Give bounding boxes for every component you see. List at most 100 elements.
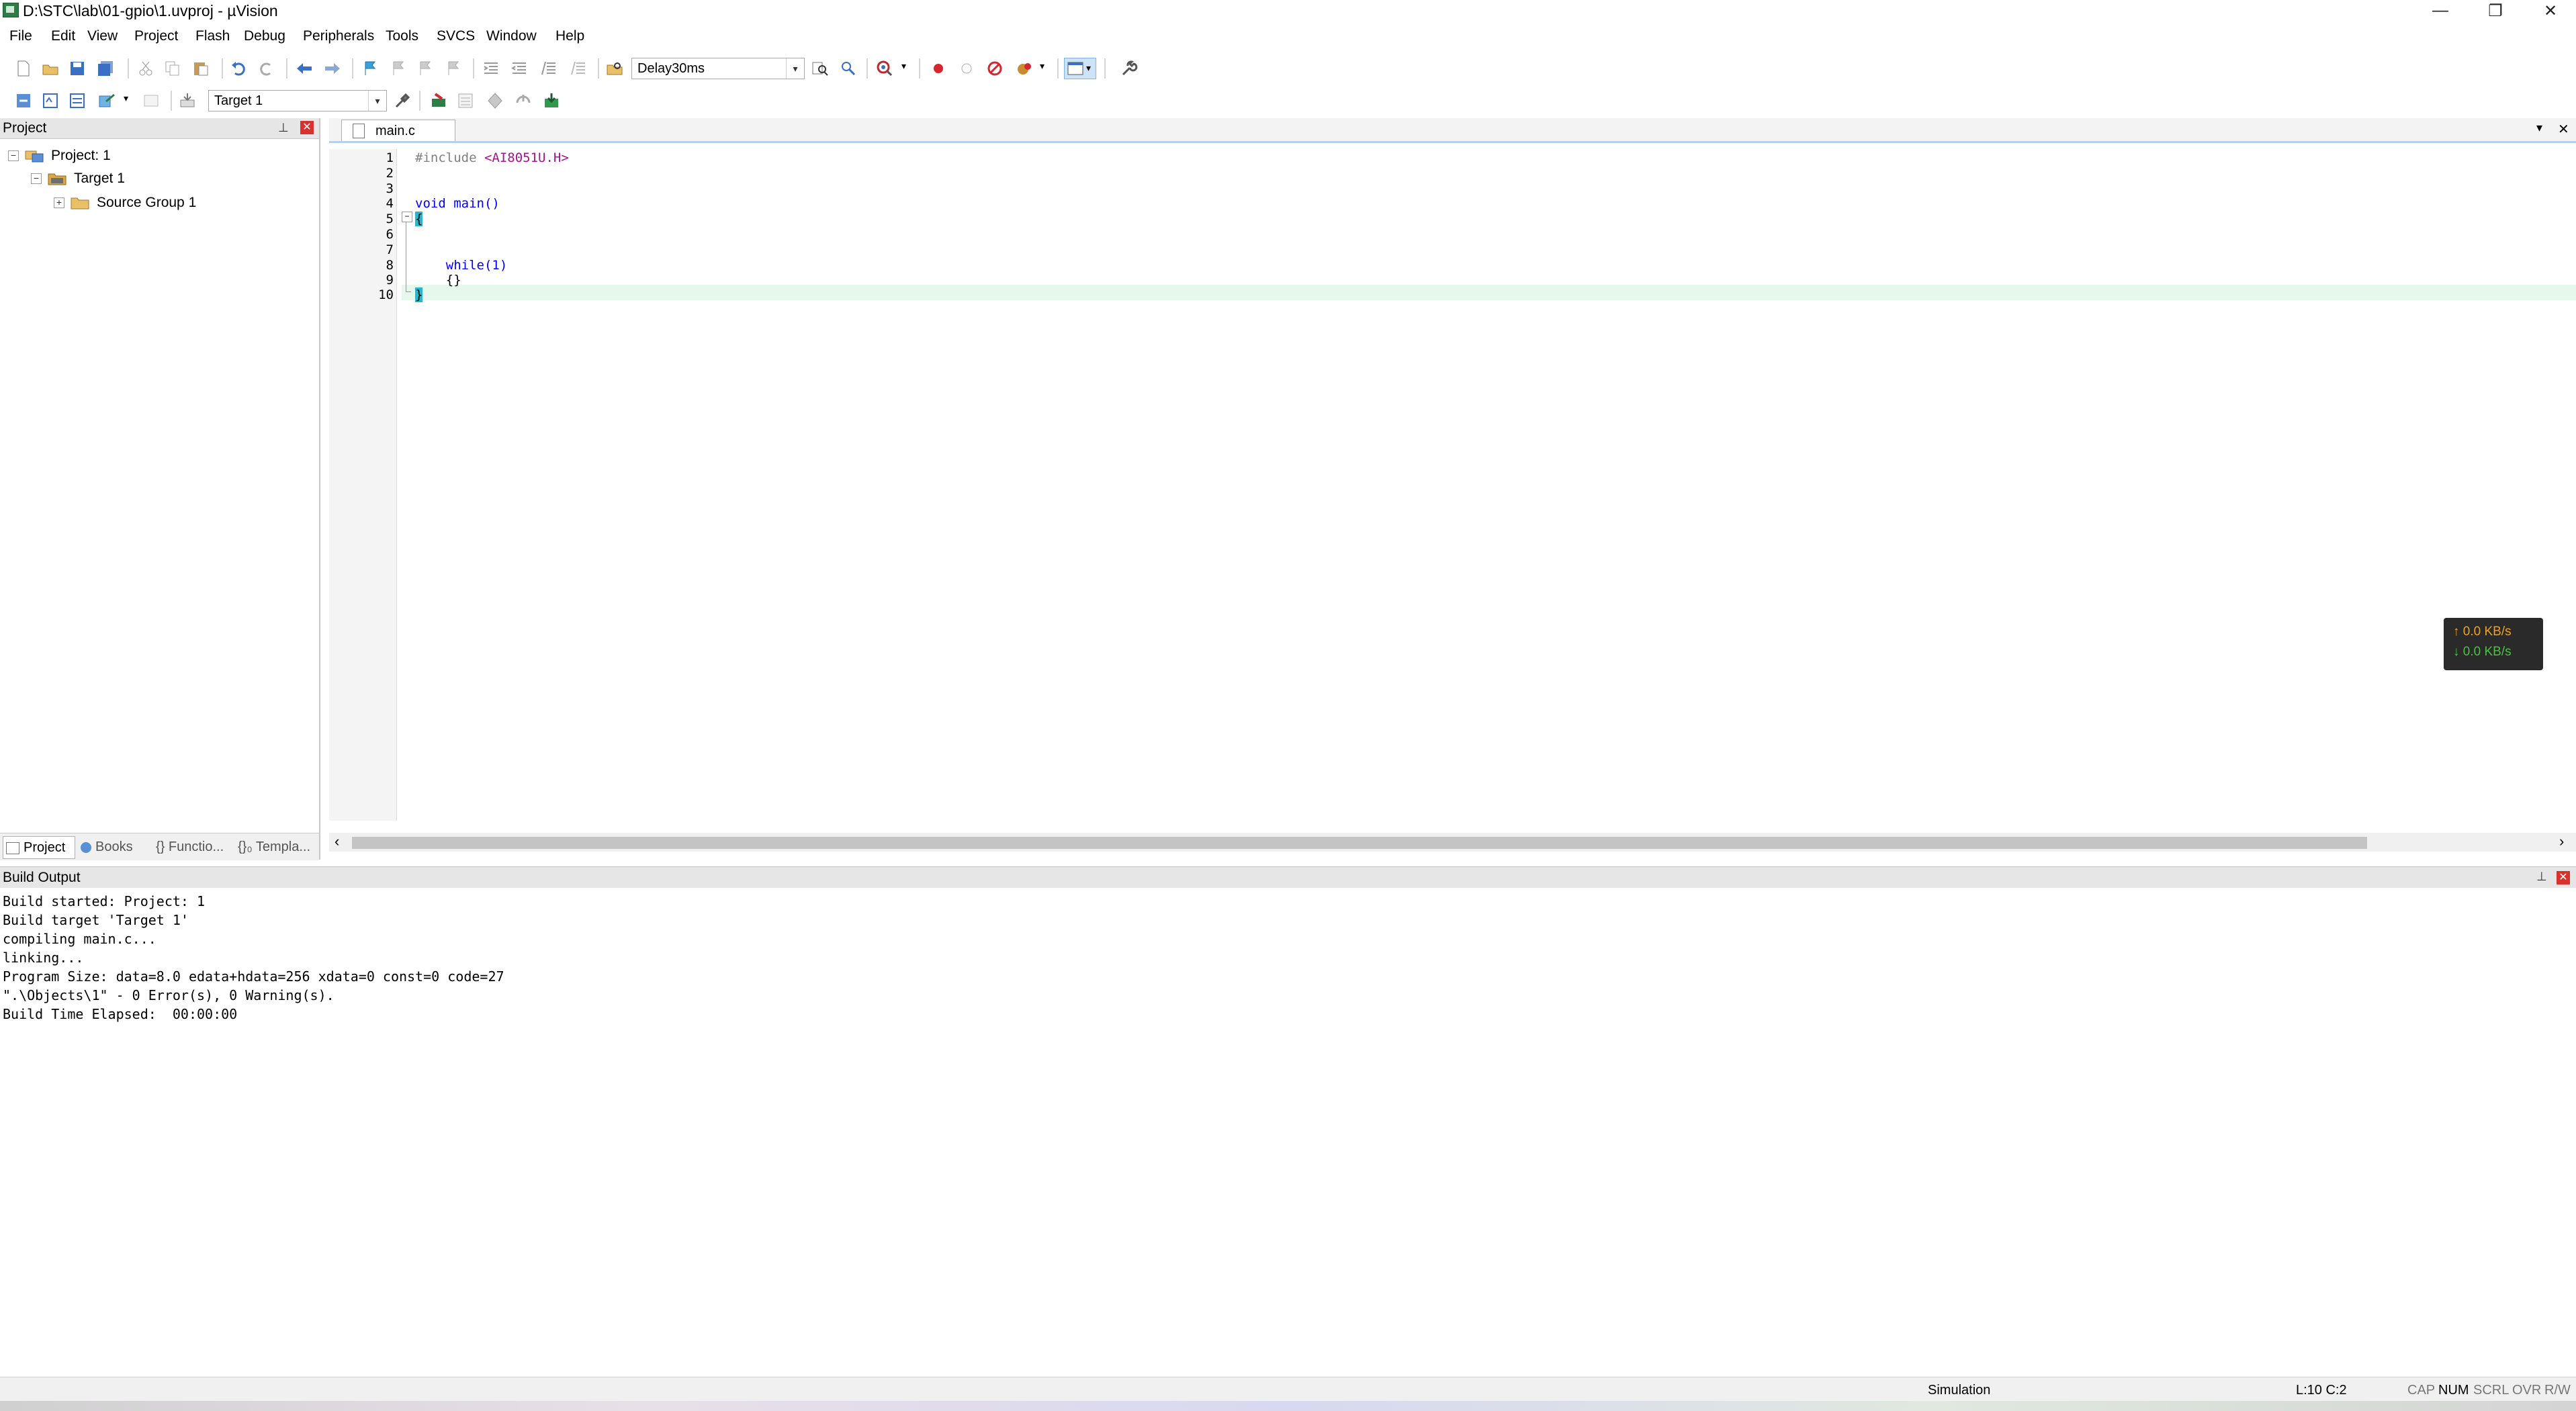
find-icon[interactable] [811,60,829,77]
undo-icon[interactable] [230,60,247,77]
function-combo[interactable]: Delay30ms ▾ [631,58,805,79]
code-line[interactable]: void main() [415,196,500,211]
code-line[interactable]: {} [415,273,461,287]
build-output-pane[interactable]: Build started: Project: 1 Build target '… [0,888,2576,1355]
pin-icon[interactable]: ⊥ [278,121,289,135]
window-layout-button[interactable]: ▾ [1064,58,1096,79]
breakpoint-icon[interactable] [930,60,947,77]
chevron-down-icon[interactable]: ▾ [368,91,386,111]
menu-project[interactable]: Project [133,28,179,44]
download-icon[interactable] [179,92,196,109]
tab-books[interactable]: Books [78,836,152,858]
menu-window[interactable]: Window [485,28,538,44]
cut-icon[interactable] [137,60,154,77]
pin-icon[interactable]: ⊥ [2536,870,2547,884]
bookmark-toggle-icon[interactable] [361,60,379,77]
close-icon[interactable]: ✕ [2557,871,2570,884]
tab-project[interactable]: Project [3,836,75,859]
scroll-left-icon[interactable]: ‹ [335,833,339,850]
tree-item-label: Project: 1 [51,148,111,163]
tab-menu-icon[interactable]: ▾ [2536,121,2542,135]
collapse-icon[interactable]: − [8,150,19,161]
close-icon[interactable]: ✕ [300,121,314,134]
bookmark-clear-icon[interactable] [445,60,462,77]
stop-build-icon[interactable] [142,92,160,109]
debug-session-icon[interactable] [876,60,893,77]
chevron-down-icon[interactable]: ▾ [901,60,906,72]
horizontal-scrollbar[interactable]: ‹ › [329,833,2576,852]
nav-back-icon[interactable] [296,60,313,77]
translate-icon[interactable] [15,92,32,109]
toolbar-separator [171,91,172,111]
find-in-files-icon[interactable] [606,60,623,77]
code-line[interactable]: { [415,212,423,226]
comment-icon[interactable] [540,60,558,77]
target-combo[interactable]: Target 1 ▾ [208,90,387,111]
new-file-icon[interactable] [15,60,32,77]
fold-icon[interactable]: − [402,212,412,222]
restore-button[interactable]: ❐ [2472,0,2519,21]
menu-view[interactable]: View [86,28,119,44]
tab-functions[interactable]: {} Functio... [153,836,236,858]
toolbar-separator [128,58,129,79]
insights-icon[interactable] [1016,60,1033,77]
configure-icon[interactable] [1120,60,1138,77]
unindent-icon[interactable] [510,60,528,77]
tree-item-project[interactable]: − Project: 1 [8,145,111,167]
breakpoint-disable-icon[interactable] [958,60,975,77]
close-window-button[interactable]: ✕ [2527,0,2574,21]
incremental-find-icon[interactable] [840,60,857,77]
tab-templates[interactable]: {}₀ Templa... [235,836,318,858]
pack-installer-icon[interactable] [515,92,532,109]
collapse-icon[interactable]: − [31,173,42,184]
menu-flash[interactable]: Flash [194,28,231,44]
save-all-icon[interactable] [97,60,114,77]
indent-icon[interactable] [482,60,500,77]
menu-peripherals[interactable]: Peripherals [302,28,375,44]
chevron-down-icon[interactable]: ▾ [786,58,804,79]
breakpoint-kill-all-icon[interactable] [986,60,1004,77]
code-line[interactable]: while(1) [415,258,508,273]
manage-rte-icon[interactable] [486,92,504,109]
scroll-right-icon[interactable]: › [2559,833,2564,850]
pack-installer-green-icon[interactable] [543,92,560,109]
taskbar-strip [0,1401,2576,1411]
window-title: D:\STC\lab\01-gpio\1.uvproj - µVision [23,2,278,19]
minimize-button[interactable]: — [2417,0,2464,21]
paste-icon[interactable] [192,60,210,77]
expand-icon[interactable]: + [54,197,64,208]
tree-item-source-group[interactable]: + Source Group 1 [54,192,196,214]
code-line[interactable]: #include <AI8051U.H> [415,150,569,165]
chevron-down-icon[interactable]: ▾ [1040,60,1045,72]
menu-svcs[interactable]: SVCS [435,28,476,44]
save-icon[interactable] [69,60,86,77]
copy-icon[interactable] [164,60,181,77]
code-line[interactable]: } [415,287,423,302]
build-icon[interactable] [42,92,59,109]
rebuild-icon[interactable] [69,92,86,109]
menu-file[interactable]: File [8,28,34,44]
close-tab-icon[interactable]: ✕ [2558,121,2569,138]
menu-debug[interactable]: Debug [242,28,287,44]
menu-tools[interactable]: Tools [384,28,420,44]
batch-build-icon[interactable] [98,92,116,109]
scrollbar-thumb[interactable] [352,837,2367,849]
manage-project-items-icon[interactable] [430,92,447,109]
uncomment-icon[interactable] [570,60,587,77]
tree-item-target[interactable]: − Target 1 [31,168,125,189]
bookmark-next-icon[interactable] [416,60,434,77]
options-for-target-icon[interactable] [394,92,411,109]
editor-tab-main-c[interactable]: main.c [341,120,455,141]
open-folder-icon[interactable] [42,60,59,77]
toolbar-separator [352,58,353,79]
nav-forward-icon[interactable] [324,60,341,77]
select-packs-icon[interactable] [457,92,474,109]
editor-area: main.c ▾ ✕ 1 2 3 4 5 6 7 8 9 10 − #inclu… [329,118,2576,860]
menu-help[interactable]: Help [554,28,586,44]
bookmark-prev-icon[interactable] [390,60,407,77]
redo-icon[interactable] [258,60,275,77]
toolbar-separator [419,91,420,111]
menu-edit[interactable]: Edit [50,28,77,44]
chevron-down-icon[interactable]: ▾ [124,93,128,104]
books-icon [81,841,91,853]
